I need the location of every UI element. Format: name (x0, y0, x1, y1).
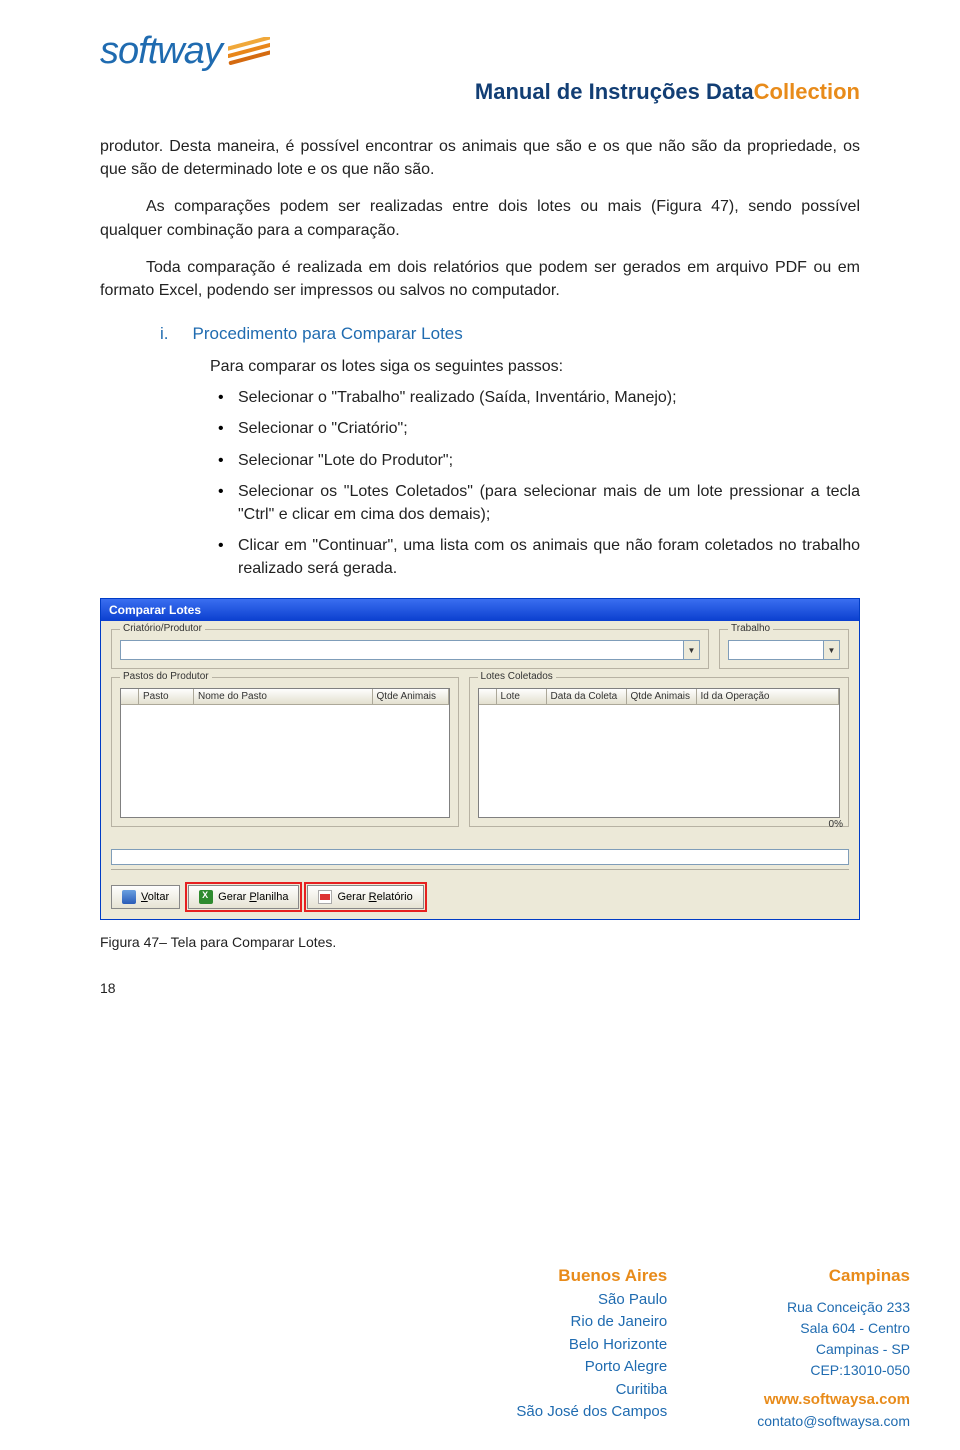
window-titlebar: Comparar Lotes (101, 599, 859, 621)
footer-email: contato@softwaysa.com (757, 1411, 910, 1432)
chevron-down-icon[interactable]: ▼ (683, 641, 699, 659)
paragraph-3: Toda comparação é realizada em dois rela… (100, 256, 860, 302)
gerar-planilha-button[interactable]: Gerar Planilha (188, 885, 299, 909)
group-label-criatorio: Criatório/Produtor (120, 623, 205, 634)
doc-title-prefix: Manual de Instruções Data (475, 79, 754, 104)
footer-city: São Paulo (516, 1289, 667, 1312)
logo-swirl-icon (228, 37, 270, 67)
voltar-label: oltar (148, 891, 169, 903)
list-item: Selecionar o "Trabalho" realizado (Saída… (218, 386, 860, 409)
progress-label: 0% (829, 819, 843, 830)
trabalho-dropdown[interactable]: ▼ (728, 640, 840, 660)
footer-city: Curitiba (516, 1379, 667, 1402)
col-qtde-animais-2[interactable]: Qtde Animais (627, 689, 697, 704)
group-label-lotes: Lotes Coletados (478, 671, 556, 682)
logo-text: softway (100, 30, 222, 72)
group-label-pastos: Pastos do Produtor (120, 671, 212, 682)
col-nome-pasto[interactable]: Nome do Pasto (194, 689, 373, 704)
footer-city: Rio de Janeiro (516, 1311, 667, 1334)
footer-city: Buenos Aires (516, 1263, 667, 1289)
footer-addr-line: Sala 604 - Centro (757, 1318, 910, 1339)
footer-addr-line: Campinas - SP (757, 1339, 910, 1360)
col-qtde-animais[interactable]: Qtde Animais (373, 689, 449, 704)
intro-subtext: Para comparar os lotes siga os seguintes… (210, 358, 860, 376)
footer-address: Campinas Rua Conceição 233 Sala 604 - Ce… (757, 1263, 910, 1432)
group-trabalho: Trabalho ▼ (719, 629, 849, 669)
chevron-down-icon[interactable]: ▼ (823, 641, 839, 659)
group-lotes: Lotes Coletados Lote Data da Coleta Qtde… (469, 677, 849, 827)
footer-city: São José dos Campos (516, 1401, 667, 1424)
pdf-icon (318, 890, 332, 904)
group-label-trabalho: Trabalho (728, 623, 773, 634)
grid-corner[interactable] (121, 689, 139, 704)
page-number: 18 (100, 980, 860, 996)
progress-bar (111, 849, 849, 865)
footer-city: Porto Alegre (516, 1356, 667, 1379)
group-pastos: Pastos do Produtor Pasto Nome do Pasto Q… (111, 677, 459, 827)
col-lote[interactable]: Lote (497, 689, 547, 704)
col-data-coleta[interactable]: Data da Coleta (547, 689, 627, 704)
section-heading: i. Procedimento para Comparar Lotes (160, 324, 860, 344)
footer-city: Belo Horizonte (516, 1334, 667, 1357)
doc-title: Manual de Instruções DataCollection (100, 79, 860, 105)
list-item: Selecionar o "Criatório"; (218, 417, 860, 440)
list-item: Selecionar os "Lotes Coletados" (para se… (218, 480, 860, 526)
page-footer: Buenos Aires São Paulo Rio de Janeiro Be… (0, 1263, 960, 1432)
grid-corner[interactable] (479, 689, 497, 704)
doc-title-accent: Collection (754, 79, 860, 104)
figure-caption: Figura 47– Tela para Comparar Lotes. (100, 934, 860, 950)
pastos-grid[interactable]: Pasto Nome do Pasto Qtde Animais (120, 688, 450, 818)
section-title: Procedimento para Comparar Lotes (193, 324, 463, 344)
col-id-operacao[interactable]: Id da Operação (697, 689, 839, 704)
paragraph-2: As comparações podem ser realizadas entr… (100, 195, 860, 241)
brand-logo: softway (100, 30, 860, 73)
footer-website: www.softwaysa.com (757, 1389, 910, 1412)
footer-addr-line: Rua Conceição 233 (757, 1297, 910, 1318)
section-number: i. (160, 324, 169, 344)
gerar-relatorio-button[interactable]: Gerar Relatório (307, 885, 423, 909)
footer-addr-line: CEP:13010-050 (757, 1360, 910, 1381)
voltar-button[interactable]: Voltar (111, 885, 180, 909)
criatorio-dropdown[interactable]: ▼ (120, 640, 700, 660)
window-title: Comparar Lotes (109, 603, 201, 617)
excel-icon (199, 890, 213, 904)
list-item: Selecionar "Lote do Produtor"; (218, 449, 860, 472)
bullet-list: Selecionar o "Trabalho" realizado (Saída… (218, 386, 860, 580)
footer-city-main: Campinas (757, 1263, 910, 1289)
app-window: Comparar Lotes Criatório/Produtor ▼ Trab… (100, 598, 860, 920)
paragraph-1: produtor. Desta maneira, é possível enco… (100, 135, 860, 181)
col-pasto[interactable]: Pasto (139, 689, 194, 704)
list-item: Clicar em "Continuar", uma lista com os … (218, 534, 860, 580)
footer-cities: Buenos Aires São Paulo Rio de Janeiro Be… (516, 1263, 667, 1432)
back-icon (122, 890, 136, 904)
group-criatorio: Criatório/Produtor ▼ (111, 629, 709, 669)
lotes-grid[interactable]: Lote Data da Coleta Qtde Animais Id da O… (478, 688, 840, 818)
